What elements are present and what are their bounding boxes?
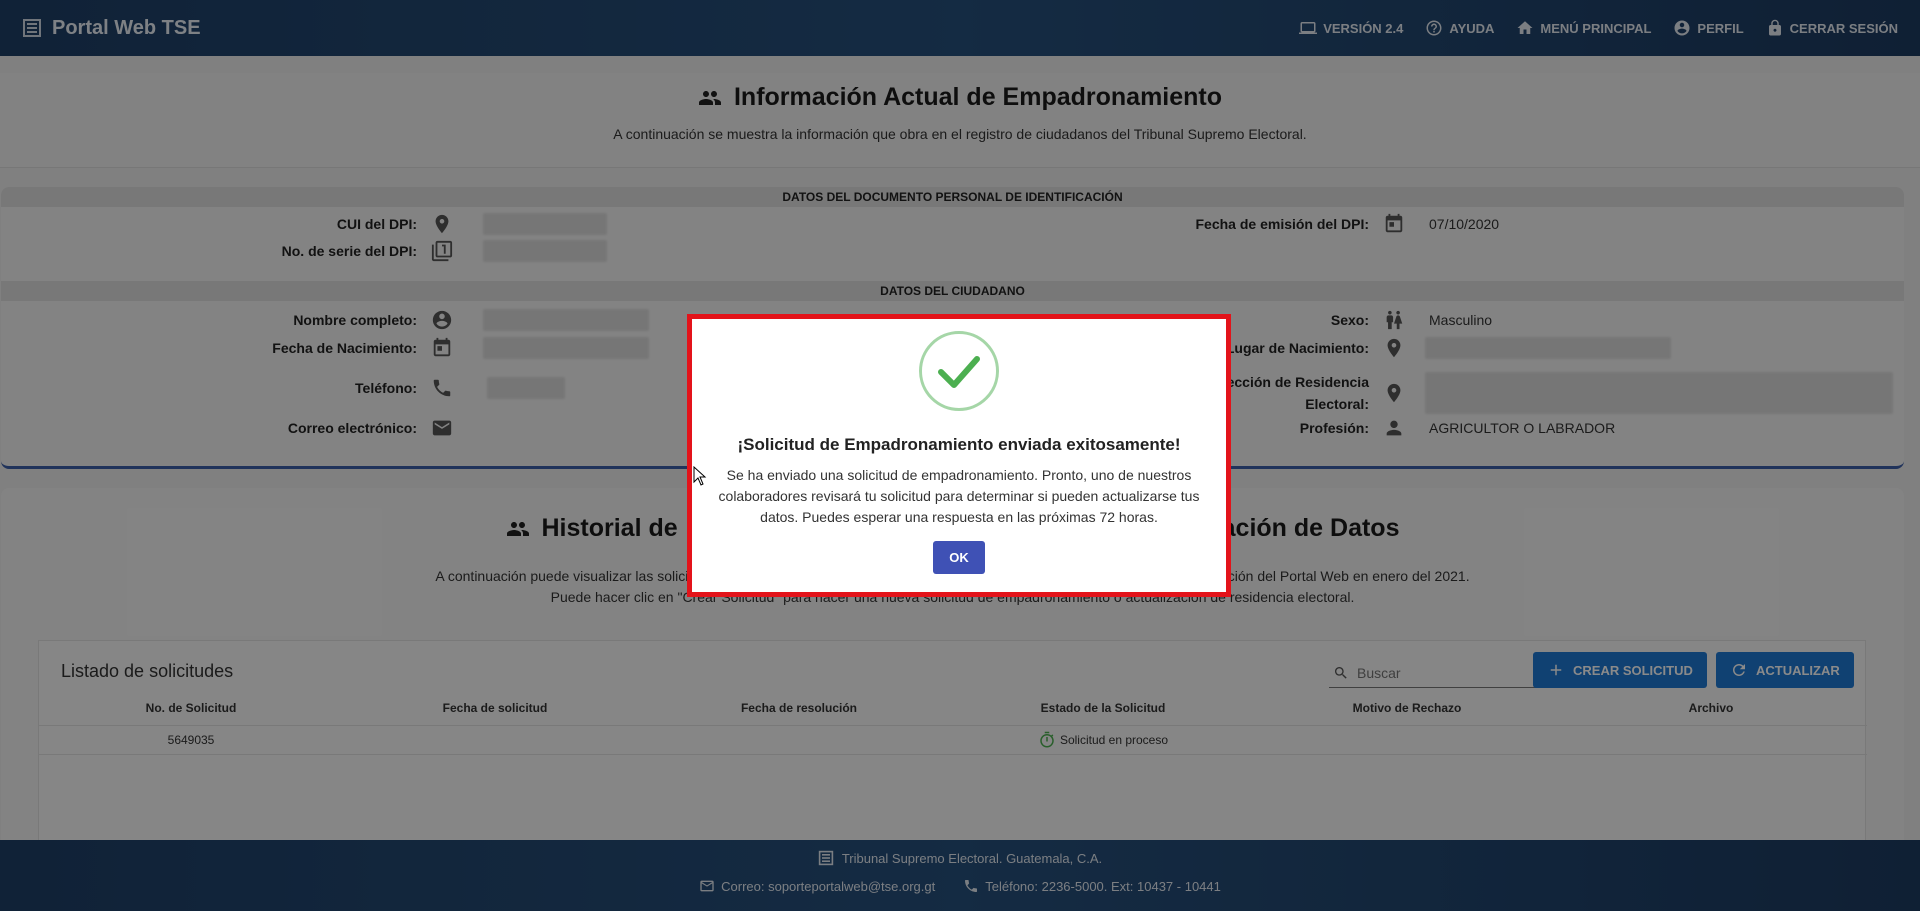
success-dialog: ¡Solicitud de Empadronamiento enviada ex… — [687, 314, 1231, 597]
dialog-title: ¡Solicitud de Empadronamiento enviada ex… — [737, 435, 1181, 454]
dialog-message: Se ha enviado una solicitud de empadrona… — [718, 467, 1200, 525]
mouse-cursor-icon — [693, 466, 707, 486]
ok-button[interactable]: OK — [933, 541, 985, 574]
success-circle — [919, 331, 999, 411]
check-icon — [938, 356, 980, 388]
